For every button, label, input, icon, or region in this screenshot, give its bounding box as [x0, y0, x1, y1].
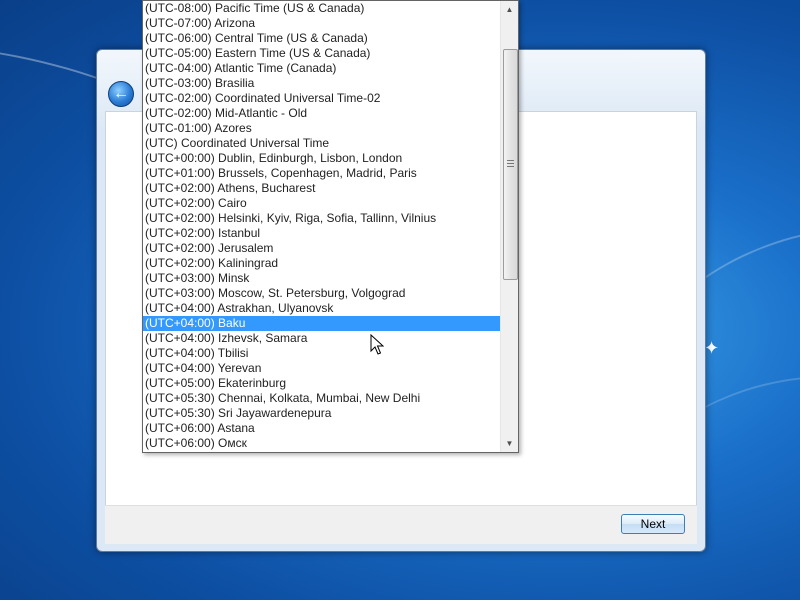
- timezone-option[interactable]: (UTC+05:00) Ekaterinburg: [143, 376, 500, 391]
- timezone-dropdown-list[interactable]: (UTC-08:00) Pacific Time (US & Canada) (U…: [142, 0, 519, 453]
- timezone-option[interactable]: (UTC-06:00) Central Time (US & Canada): [143, 31, 500, 46]
- dialog-footer: Next: [105, 505, 697, 544]
- timezone-option[interactable]: (UTC) Coordinated Universal Time: [143, 136, 500, 151]
- timezone-option[interactable]: (UTC-04:00) Atlantic Time (Canada): [143, 61, 500, 76]
- timezone-option[interactable]: (UTC+02:00) Kaliningrad: [143, 256, 500, 271]
- timezone-option[interactable]: (UTC+02:00) Helsinki, Kyiv, Riga, Sofia,…: [143, 211, 500, 226]
- timezone-option[interactable]: (UTC+03:00) Minsk: [143, 271, 500, 286]
- timezone-option-selected[interactable]: (UTC+04:00) Baku: [143, 316, 500, 331]
- timezone-option[interactable]: (UTC-02:00) Mid-Atlantic - Old: [143, 106, 500, 121]
- scroll-up-arrow-icon[interactable]: ▲: [501, 1, 518, 18]
- timezone-option[interactable]: (UTC+05:30) Sri Jayawardenepura: [143, 406, 500, 421]
- timezone-option[interactable]: (UTC+04:00) Astrakhan, Ulyanovsk: [143, 301, 500, 316]
- scrollbar-thumb[interactable]: [503, 49, 518, 280]
- timezone-option[interactable]: (UTC-03:00) Brasilia: [143, 76, 500, 91]
- back-arrow-icon[interactable]: ←: [108, 81, 134, 107]
- timezone-option[interactable]: (UTC-08:00) Pacific Time (US & Canada): [143, 1, 500, 16]
- timezone-options: (UTC-08:00) Pacific Time (US & Canada) (U…: [143, 1, 500, 452]
- timezone-option[interactable]: (UTC-07:00) Arizona: [143, 16, 500, 31]
- timezone-option[interactable]: (UTC-01:00) Azores: [143, 121, 500, 136]
- timezone-option[interactable]: (UTC+02:00) Athens, Bucharest: [143, 181, 500, 196]
- wallpaper-sparkle-icon: ✦: [704, 338, 720, 358]
- timezone-option[interactable]: (UTC+01:00) Brussels, Copenhagen, Madrid…: [143, 166, 500, 181]
- dropdown-scrollbar[interactable]: ▲ ▼: [500, 1, 518, 452]
- timezone-option[interactable]: (UTC+03:00) Moscow, St. Petersburg, Volg…: [143, 286, 500, 301]
- timezone-option[interactable]: (UTC+06:00) Омск: [143, 436, 500, 451]
- timezone-option[interactable]: (UTC+04:00) Yerevan: [143, 361, 500, 376]
- thumb-grip-icon: [507, 160, 514, 168]
- timezone-option[interactable]: (UTC+04:00) Tbilisi: [143, 346, 500, 361]
- timezone-option[interactable]: (UTC-05:00) Eastern Time (US & Canada): [143, 46, 500, 61]
- timezone-option[interactable]: (UTC-02:00) Coordinated Universal Time-0…: [143, 91, 500, 106]
- scroll-down-arrow-icon[interactable]: ▼: [501, 435, 518, 452]
- timezone-option[interactable]: (UTC+02:00) Cairo: [143, 196, 500, 211]
- timezone-option[interactable]: (UTC+06:00) Astana: [143, 421, 500, 436]
- mouse-cursor-icon: [370, 334, 384, 355]
- timezone-option[interactable]: (UTC+05:30) Chennai, Kolkata, Mumbai, Ne…: [143, 391, 500, 406]
- timezone-option[interactable]: (UTC+00:00) Dublin, Edinburgh, Lisbon, L…: [143, 151, 500, 166]
- next-button[interactable]: Next: [621, 514, 685, 534]
- timezone-option[interactable]: (UTC+04:00) Izhevsk, Samara: [143, 331, 500, 346]
- timezone-option[interactable]: (UTC+02:00) Istanbul: [143, 226, 500, 241]
- timezone-option[interactable]: (UTC+02:00) Jerusalem: [143, 241, 500, 256]
